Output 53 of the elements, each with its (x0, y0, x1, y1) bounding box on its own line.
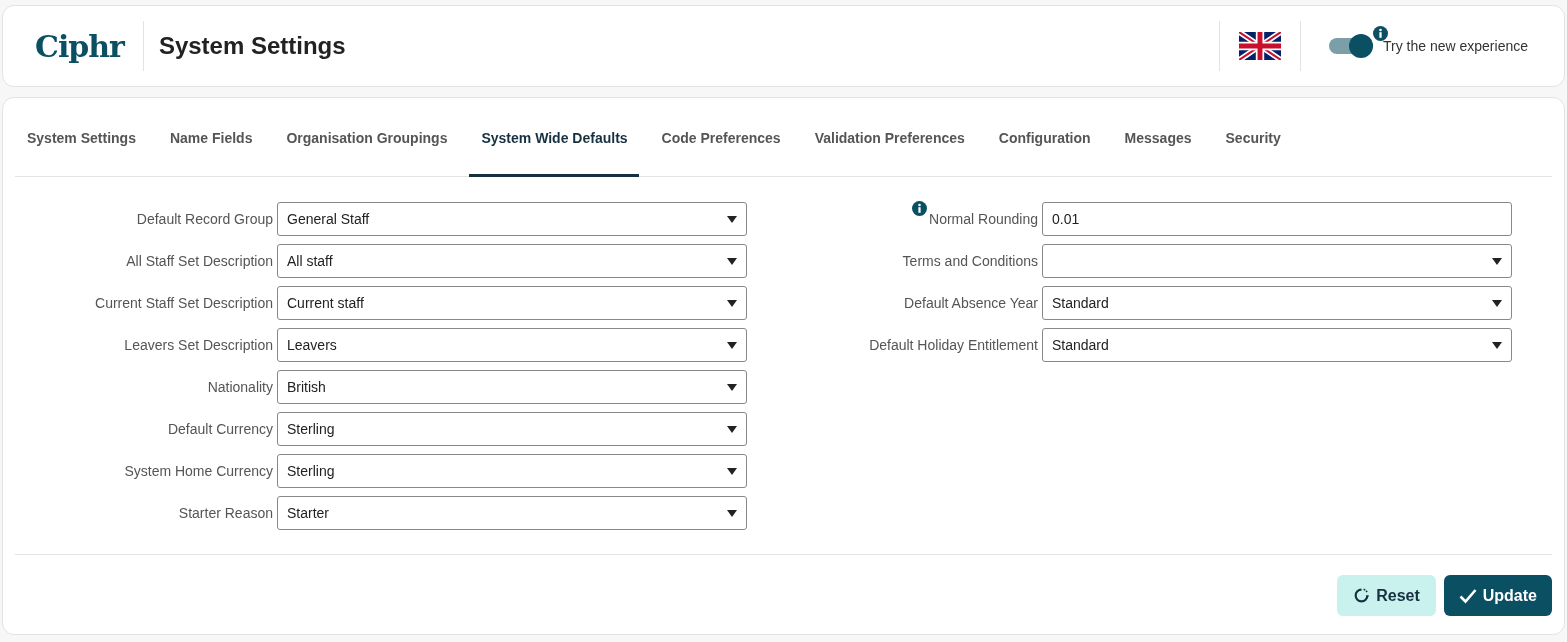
dropdown[interactable]: Sterling (277, 412, 747, 446)
field-label: Default Record Group (135, 211, 274, 227)
tab[interactable]: System Wide Defaults (469, 98, 639, 177)
flag-icon[interactable] (1239, 32, 1281, 60)
caret-icon (727, 299, 737, 307)
dropdown[interactable]: Current staff (277, 286, 747, 320)
field-label: All Staff Set Description (125, 253, 274, 269)
field-label: Leavers Set Description (123, 337, 274, 353)
logo: Ciphr (35, 27, 126, 66)
caret-icon (1492, 257, 1502, 265)
toggle-label: Try the new experience (1383, 38, 1528, 54)
field-label: Default Currency (166, 421, 274, 437)
tab[interactable]: System Settings (15, 98, 147, 177)
info-icon (1373, 26, 1388, 41)
tab[interactable]: Code Preferences (649, 98, 792, 177)
tab[interactable]: Messages (1112, 98, 1203, 177)
reset-button[interactable]: Reset (1337, 575, 1436, 616)
tab[interactable]: Configuration (986, 98, 1102, 177)
field-label: Default Absence Year (903, 295, 1039, 311)
tab[interactable]: Organisation Groupings (274, 98, 459, 177)
dropdown[interactable]: Sterling (277, 454, 747, 488)
field-label: System Home Currency (123, 463, 274, 479)
checkmark-icon (1458, 587, 1477, 604)
tab[interactable]: Security (1213, 98, 1292, 177)
caret-icon (727, 467, 737, 475)
dropdown[interactable]: All staff (277, 244, 747, 278)
dropdown[interactable]: Starter (277, 496, 747, 530)
caret-icon (1492, 299, 1502, 307)
update-button[interactable]: Update (1443, 575, 1552, 616)
dropdown[interactable]: Leavers (277, 328, 747, 362)
field-label: Normal Rounding (929, 211, 1038, 227)
caret-icon (1492, 341, 1502, 349)
page-title: System Settings (158, 32, 346, 60)
refresh-icon (1353, 587, 1371, 604)
dropdown[interactable]: General Staff (277, 202, 747, 236)
field-label: Current Staff Set Description (94, 295, 274, 311)
field-label: Terms and Conditions (901, 253, 1039, 269)
caret-icon (727, 509, 737, 517)
tab[interactable]: Name Fields (157, 98, 264, 177)
caret-icon (727, 425, 737, 433)
tab[interactable]: Validation Preferences (802, 98, 976, 177)
dropdown[interactable]: Standard (1042, 328, 1512, 362)
field-label: Nationality (206, 379, 274, 395)
input-field[interactable]: 0.01 (1042, 202, 1512, 236)
caret-icon (727, 215, 737, 223)
field-label: Starter Reason (177, 505, 274, 521)
caret-icon (727, 383, 737, 391)
dropdown[interactable] (1042, 244, 1512, 278)
caret-icon (727, 341, 737, 349)
caret-icon (727, 257, 737, 265)
dropdown[interactable]: Standard (1042, 286, 1512, 320)
field-label: Default Holiday Entitlement (868, 337, 1039, 353)
dropdown[interactable]: British (277, 370, 747, 404)
